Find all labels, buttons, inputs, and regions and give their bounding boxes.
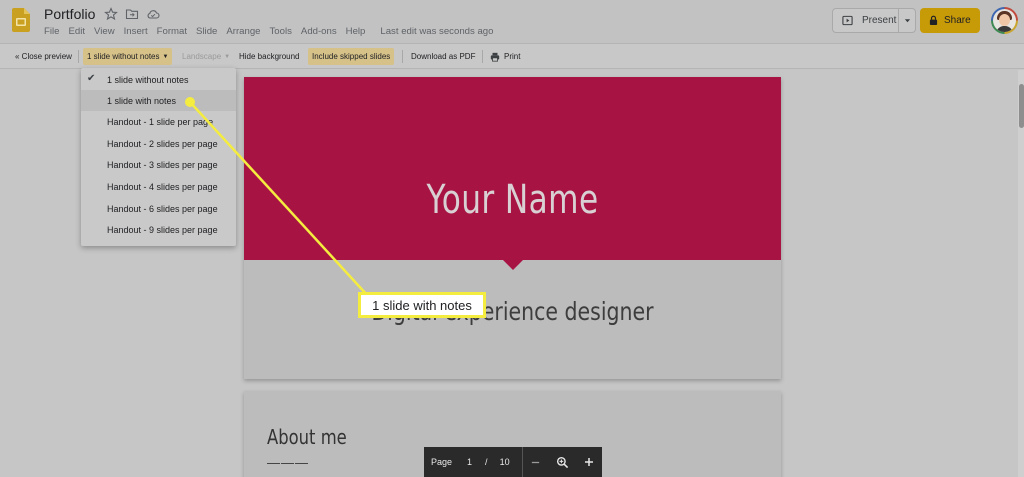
menu-item-label: Handout - 4 slides per page [107,181,218,192]
orientation-select-value: Landscape [182,52,222,61]
toolbar-divider [78,50,79,63]
slide-title: Your Name [426,177,599,223]
star-icon[interactable] [104,7,118,21]
menu-insert[interactable]: Insert [124,26,148,37]
toolbar-divider [482,50,483,63]
menu-item-1-slide-with-notes[interactable]: 1 slide with notes [81,90,236,111]
menu-bar: File Edit View Insert Format Slide Arran… [44,26,502,37]
caret-down-icon: ▼ [224,53,231,60]
caret-down-icon [904,19,910,23]
menu-item-handout-6[interactable]: Handout - 6 slides per page [81,198,236,219]
menu-edit[interactable]: Edit [68,26,85,37]
document-title[interactable]: Portfolio [44,6,95,22]
plus-icon [584,458,593,466]
menu-item-label: Handout - 2 slides per page [107,138,218,149]
minus-icon [532,461,540,463]
slides-logo-icon[interactable] [12,8,30,32]
menu-item-1-slide-without-notes[interactable]: ✔ 1 slide without notes [81,69,236,90]
zoom-out-button[interactable] [523,447,549,477]
heading-underline: ——— [267,455,309,470]
page-label: Page [431,457,453,467]
menu-item-handout-4[interactable]: Handout - 4 slides per page [81,176,236,197]
menu-item-label: Handout - 9 slides per page [107,224,218,235]
slide-heading: About me [267,425,347,449]
zoom-in-button[interactable] [576,447,602,477]
page-navigator: Page 1 / 10 [424,447,602,477]
layout-dropdown-menu: ✔ 1 slide without notes 1 slide with not… [81,68,236,246]
title-banner [244,77,781,260]
present-button[interactable]: Present [833,9,900,32]
page-separator: / [485,457,488,467]
user-avatar[interactable] [991,7,1018,34]
layout-select[interactable]: 1 slide without notes ▼ [83,48,173,65]
zoom-icon [556,456,568,468]
menu-item-label: Handout - 1 slide per page [107,116,214,127]
menu-item-label: Handout - 6 slides per page [107,203,218,214]
scrollbar-thumb[interactable] [1019,84,1024,128]
cloud-status-icon[interactable] [146,7,160,21]
last-edit-status[interactable]: Last edit was seconds ago [380,26,493,37]
menu-arrange[interactable]: Arrange [226,26,260,37]
menu-addons[interactable]: Add-ons [301,26,337,37]
hide-background-toggle[interactable]: Hide background [235,48,303,65]
menu-item-handout-2[interactable]: Handout - 2 slides per page [81,133,236,154]
menu-view[interactable]: View [94,26,115,37]
app-header: Portfolio File Edit View Insert Format S… [0,0,1024,43]
caret-down-icon: ▼ [162,53,169,60]
printer-icon [490,52,500,62]
menu-item-handout-1[interactable]: Handout - 1 slide per page [81,111,236,132]
menu-format[interactable]: Format [157,26,187,37]
present-icon [842,15,853,26]
current-page-input[interactable]: 1 [467,457,472,467]
menu-item-label: 1 slide without notes [107,74,189,85]
share-button[interactable]: Share [920,8,980,33]
checkmark-icon: ✔ [87,73,96,84]
toolbar-divider [402,50,403,63]
close-preview-button[interactable]: « Close preview [11,48,76,65]
orientation-select[interactable]: Landscape ▼ [178,48,234,65]
menu-item-handout-9[interactable]: Handout - 9 slides per page [81,219,236,240]
move-folder-icon[interactable] [125,7,139,21]
menu-item-label: Handout - 3 slides per page [107,159,218,170]
present-label: Present [862,15,897,26]
include-skipped-slides-toggle[interactable]: Include skipped slides [308,48,395,65]
banner-notch [503,260,523,270]
slide-preview-1: Your Name Digital experience designer [244,77,781,379]
menu-file[interactable]: File [44,26,59,37]
zoom-button[interactable] [549,447,575,477]
menu-item-label: 1 slide with notes [107,95,177,106]
menu-tools[interactable]: Tools [270,26,292,37]
menu-help[interactable]: Help [346,26,366,37]
total-pages: 10 [499,457,510,467]
callout-label: 1 slide with notes [358,292,486,318]
lock-icon [929,15,938,25]
share-label: Share [944,15,971,26]
present-button-group: Present [832,8,916,33]
scrollbar-track[interactable] [1018,70,1024,477]
menu-slide[interactable]: Slide [196,26,217,37]
layout-select-value: 1 slide without notes [87,52,160,61]
print-preview-toolbar: « Close preview 1 slide without notes ▼ L… [0,43,1024,69]
download-pdf-button[interactable]: Download as PDF [407,48,479,65]
print-button[interactable]: Print [486,48,524,65]
print-label: Print [504,52,521,61]
menu-item-handout-3[interactable]: Handout - 3 slides per page [81,154,236,175]
present-options-dropdown[interactable] [899,9,915,32]
